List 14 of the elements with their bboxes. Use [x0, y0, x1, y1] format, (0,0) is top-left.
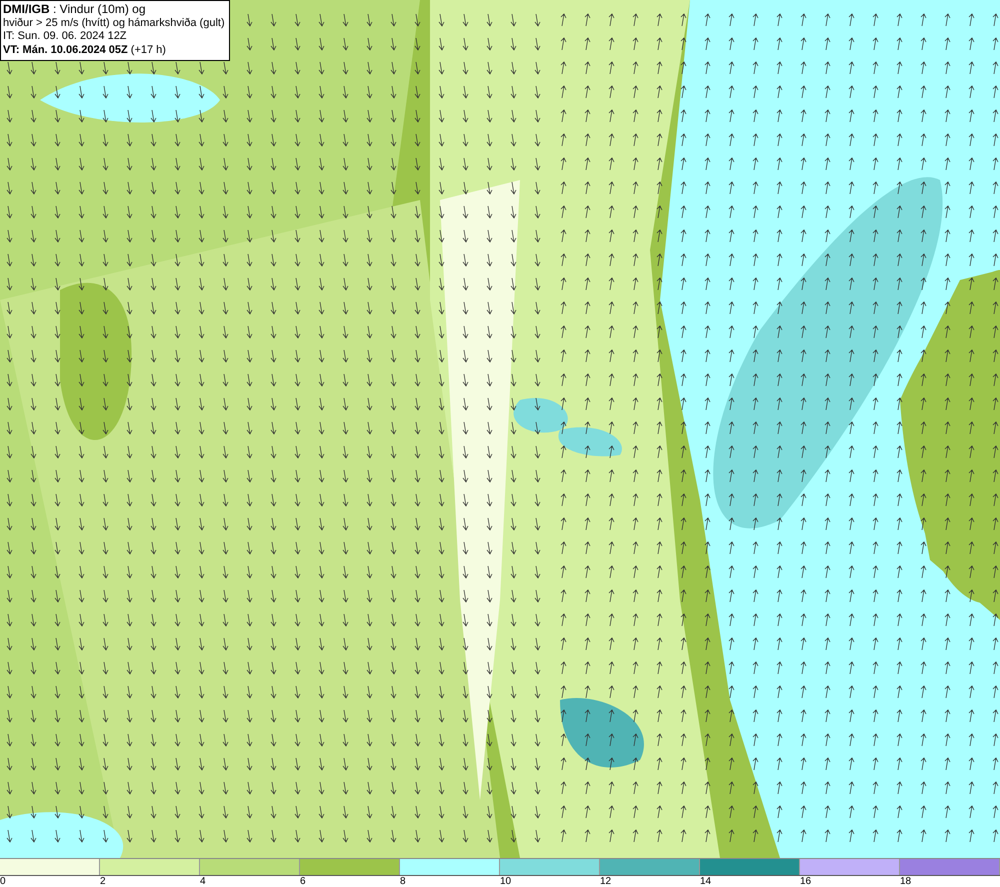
legend-tick-label: 10: [500, 876, 512, 887]
legend-tick-label: 4: [200, 876, 206, 887]
info-line: IT: Sun. 09. 06. 2024 12Z: [3, 30, 128, 44]
legend-tick-label: 6: [300, 876, 306, 887]
legend-tick-label: 14: [700, 876, 712, 887]
info-line: hviður > 25 m/s (hvítt) og hámarkshviða (gult): [3, 16, 225, 30]
legend-tick-label: 16: [800, 876, 812, 887]
info-line: VT: Mán. 10.06.2024 05Z (+17 h): [3, 44, 167, 57]
legend-tick-label: 18: [900, 876, 912, 887]
legend-tick-label: 2: [100, 876, 106, 887]
legend-tick-label: 0: [0, 876, 6, 887]
legend-tick-label: 8: [400, 876, 406, 887]
legend-tick-label: 12: [600, 876, 612, 887]
info-line: DMI/IGB : Vindur (10m) og: [3, 3, 146, 16]
